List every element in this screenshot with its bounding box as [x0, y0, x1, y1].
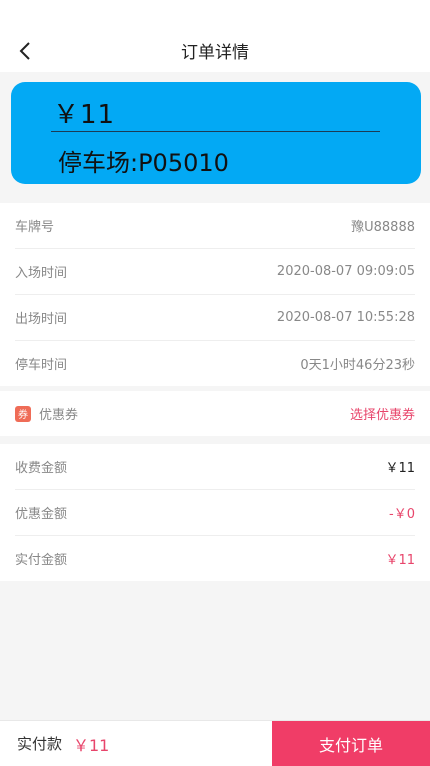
entry-time-value: 2020-08-07 09:09:05 — [276, 264, 415, 279]
coupon-icon: 券 — [15, 405, 31, 422]
exit-time-label: 出场时间 — [15, 312, 68, 327]
duration-label: 停车时间 — [15, 358, 68, 373]
card-divider — [51, 131, 380, 132]
detail-row-duration: 停车时间 0天1小时46分23秒 — [15, 340, 415, 386]
coupon-label: 优惠券 — [39, 408, 79, 423]
plate-value: 豫U88888 — [351, 220, 415, 235]
fees-section: 收费金额 ￥11 优惠金额 -￥0 实付金额 ￥11 — [0, 444, 430, 581]
actual-value: ￥11 — [385, 553, 415, 568]
coupon-section[interactable]: 券 优惠券 选择优惠券 — [0, 391, 430, 436]
pay-label: 实付款 — [17, 735, 63, 753]
fee-row-actual: 实付金额 ￥11 — [15, 535, 415, 581]
discount-value: -￥0 — [389, 507, 415, 522]
detail-row-entry-time: 入场时间 2020-08-07 09:09:05 — [15, 248, 415, 294]
order-amount: ￥11 — [53, 100, 116, 130]
detail-row-exit-time: 出场时间 2020-08-07 10:55:28 — [15, 294, 415, 340]
page-title: 订单详情 — [181, 43, 249, 63]
charge-label: 收费金额 — [15, 461, 68, 476]
header-bar: 订单详情 — [0, 0, 430, 72]
plate-label: 车牌号 — [15, 220, 55, 235]
entry-time-label: 入场时间 — [15, 266, 68, 281]
detail-row-plate: 车牌号 豫U88888 — [15, 203, 415, 248]
parking-lot-name: 停车场:P05010 — [58, 149, 229, 177]
discount-label: 优惠金额 — [15, 507, 68, 522]
fee-row-charge: 收费金额 ￥11 — [15, 444, 415, 489]
coupon-left: 券 优惠券 — [15, 404, 78, 423]
coupon-row[interactable]: 券 优惠券 选择优惠券 — [15, 391, 415, 436]
details-section: 车牌号 豫U88888 入场时间 2020-08-07 09:09:05 出场时… — [0, 203, 430, 386]
pay-order-button[interactable]: 支付订单 — [272, 721, 430, 766]
exit-time-value: 2020-08-07 10:55:28 — [276, 310, 415, 325]
fee-row-discount: 优惠金额 -￥0 — [15, 489, 415, 535]
pay-amount: ￥11 — [73, 735, 110, 755]
select-coupon-link[interactable]: 选择优惠券 — [350, 404, 415, 423]
duration-value: 0天1小时46分23秒 — [300, 358, 415, 373]
charge-value: ￥11 — [385, 461, 415, 476]
bottom-pay-bar: 实付款 ￥11 支付订单 — [0, 720, 430, 766]
actual-label: 实付金额 — [15, 553, 68, 568]
